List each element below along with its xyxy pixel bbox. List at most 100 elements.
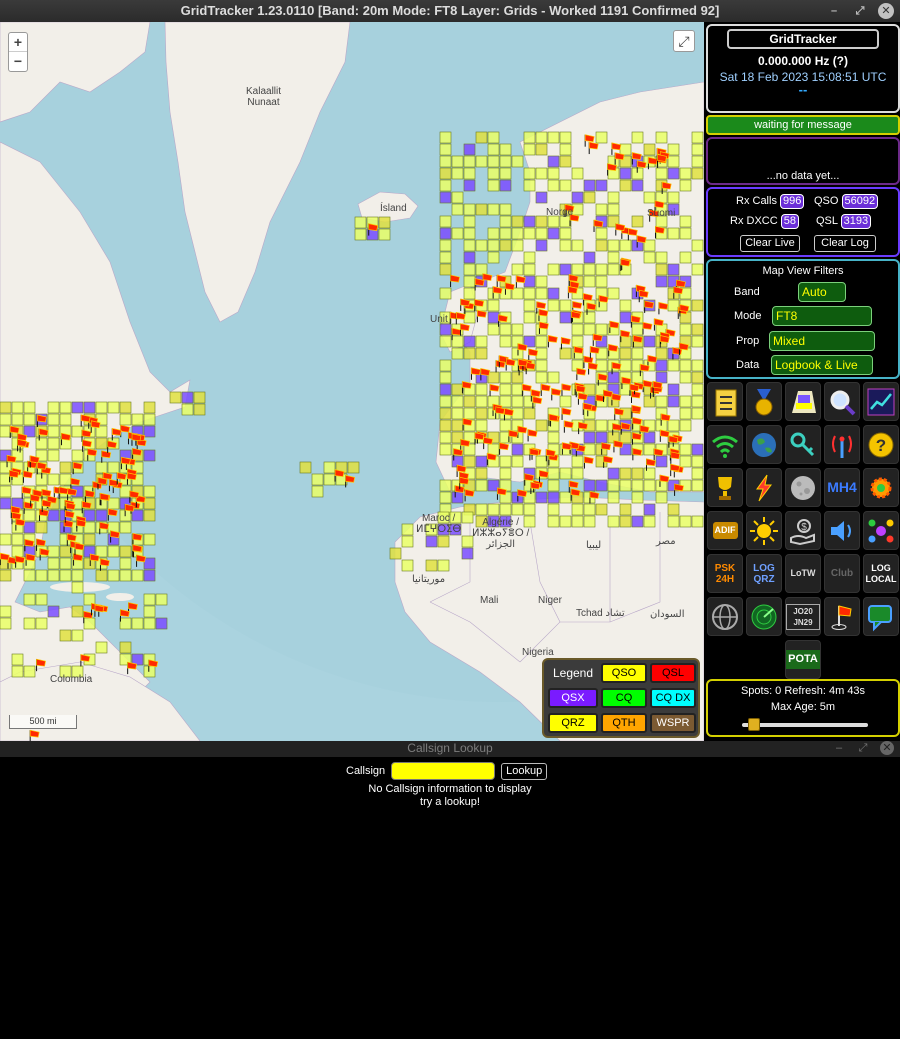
moon-icon[interactable]: [785, 468, 821, 507]
grid-square: [143, 485, 156, 498]
grid-square: [439, 131, 452, 144]
trophy-icon[interactable]: [707, 468, 743, 507]
grid-square: [11, 533, 24, 546]
grid-square: [23, 593, 36, 606]
legend-qsx[interactable]: QSX: [548, 688, 598, 708]
legend-qso[interactable]: QSO: [601, 663, 647, 683]
sun-icon[interactable]: [746, 511, 782, 550]
chart-trend-icon[interactable]: [863, 382, 899, 421]
lookup-close-button[interactable]: ✕: [880, 741, 894, 755]
callsign-input[interactable]: [391, 762, 496, 780]
medal-icon[interactable]: [746, 382, 782, 421]
rx-calls-label: Rx Calls: [736, 195, 777, 207]
lotw-icon[interactable]: LoTW: [785, 554, 821, 593]
lookup-button[interactable]: Lookup: [501, 762, 548, 780]
radar-icon[interactable]: [746, 597, 782, 636]
map-canvas[interactable]: [0, 22, 704, 741]
legend-qsl[interactable]: QSL: [650, 663, 696, 683]
grid-square: [631, 215, 644, 228]
checklist-icon[interactable]: [707, 382, 743, 421]
grid-square: [487, 167, 500, 180]
log-qrz-icon[interactable]: LOG QRZ: [746, 554, 782, 593]
grid-square: [35, 617, 48, 630]
grid-square: [499, 203, 512, 216]
radio-tower-icon[interactable]: [824, 425, 860, 464]
grid-square: [71, 449, 84, 462]
map-label-iceland: Ísland: [380, 203, 407, 214]
maidenhead-icon[interactable]: MH4: [824, 468, 860, 507]
speaker-icon[interactable]: [824, 511, 860, 550]
key-icon[interactable]: [785, 425, 821, 464]
slider-handle[interactable]: [748, 718, 760, 731]
wifi-icon[interactable]: [707, 425, 743, 464]
gridtracker-button[interactable]: GridTracker: [727, 29, 879, 49]
settings-icon[interactable]: [863, 468, 899, 507]
map-label-mali: Mali: [480, 595, 499, 606]
grid-square: [667, 143, 680, 156]
world-time-icon[interactable]: [707, 597, 743, 636]
grid-square: [47, 569, 60, 582]
zoom-out-button[interactable]: −: [9, 52, 27, 71]
prop-select[interactable]: Mixed: [769, 331, 875, 351]
club-log-icon[interactable]: Club: [824, 554, 860, 593]
lightning-icon[interactable]: [746, 468, 782, 507]
minimize-button[interactable]: –: [826, 3, 842, 19]
grid-square: [299, 461, 312, 474]
grid-square: [595, 131, 608, 144]
grid-square: [119, 413, 132, 426]
grid-squares-icon[interactable]: JO20 JN29: [785, 597, 821, 636]
adif-icon[interactable]: ADIF: [707, 511, 743, 550]
donate-icon[interactable]: $: [785, 511, 821, 550]
grid-square: [0, 485, 12, 498]
mode-select[interactable]: FT8: [772, 306, 872, 326]
legend-qth[interactable]: QTH: [601, 713, 647, 733]
legend-qrz[interactable]: QRZ: [548, 713, 598, 733]
grid-square: [583, 323, 596, 336]
grid-square: [595, 275, 608, 288]
map-roll-icon[interactable]: [785, 382, 821, 421]
map-view-filters: Map View Filters Band Auto Mode FT8 Prop…: [706, 259, 900, 379]
max-age-slider[interactable]: [742, 718, 868, 731]
zoom-in-button[interactable]: +: [9, 33, 27, 52]
network-icon[interactable]: [863, 511, 899, 550]
close-button[interactable]: ✕: [878, 3, 894, 19]
legend-cq[interactable]: CQ: [601, 688, 647, 708]
grid-square: [499, 395, 512, 408]
lookup-maximize-button[interactable]: ⤢: [856, 741, 870, 755]
lookup-minimize-button[interactable]: –: [832, 741, 846, 755]
grid-square: [11, 413, 24, 426]
clear-live-button[interactable]: Clear Live: [740, 235, 800, 252]
grid-square: [323, 473, 336, 486]
lookup-message-line1: No Callsign information to display: [368, 783, 532, 795]
data-label: Data: [736, 359, 760, 371]
rx-calls-count: 996: [780, 194, 805, 209]
grid-square: [631, 467, 644, 480]
magnifier-icon[interactable]: [824, 382, 860, 421]
clear-log-button[interactable]: Clear Log: [814, 235, 876, 252]
data-select[interactable]: Logbook & Live: [771, 355, 873, 375]
grid-square: [535, 143, 548, 156]
grid-square: [439, 419, 452, 432]
grid-square: [439, 431, 452, 444]
grid-square: [655, 371, 668, 384]
help-icon[interactable]: ?: [863, 425, 899, 464]
log-local-icon[interactable]: LOG LOCAL: [863, 554, 899, 593]
chat-icon[interactable]: [863, 597, 899, 636]
maximize-button[interactable]: ⤢: [852, 3, 868, 19]
flag-pin-icon[interactable]: [824, 597, 860, 636]
fullscreen-icon[interactable]: ⤢: [673, 30, 695, 52]
message-status: waiting for message: [706, 115, 900, 135]
grid-squares-icon-label: JO20 JN29: [786, 603, 820, 630]
grid-square: [691, 335, 704, 348]
world-map[interactable]: Kalaallit Nunaat Ísland Norge Suomi Unit …: [0, 22, 704, 741]
band-select[interactable]: Auto: [798, 282, 846, 302]
grid-square: [47, 413, 60, 426]
legend-wspr[interactable]: WSPR: [650, 713, 696, 733]
psk-reporter-icon[interactable]: PSK 24H: [707, 554, 743, 593]
pota-icon[interactable]: POTA: [785, 640, 821, 679]
globe-icon[interactable]: [746, 425, 782, 464]
legend-cq-dx[interactable]: CQ DX: [650, 688, 696, 708]
grid-square: [667, 359, 680, 372]
grid-square: [583, 263, 596, 276]
grid-square: [95, 437, 108, 450]
